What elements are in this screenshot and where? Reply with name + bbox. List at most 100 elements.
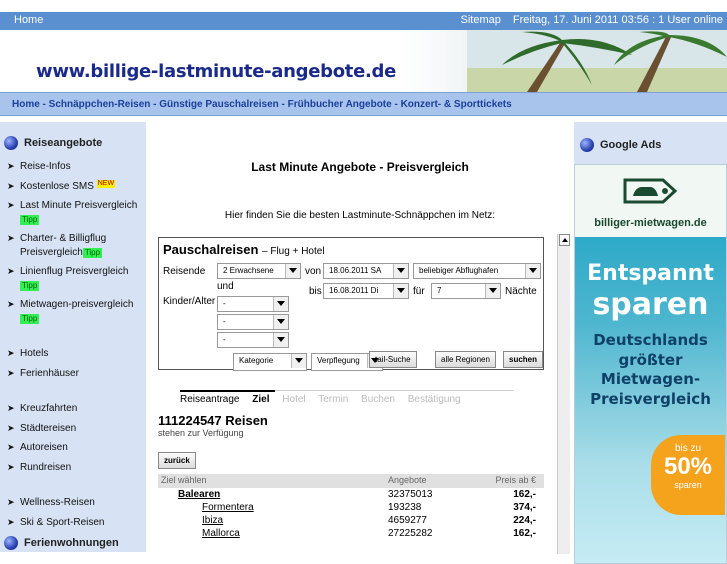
- naechte-select[interactable]: 7: [431, 283, 501, 299]
- suchen-button[interactable]: suchen: [503, 351, 544, 368]
- bis-date-select[interactable]: 16.08.2011 Di: [323, 283, 409, 299]
- kinder-label: Kinder/Alter: [163, 296, 216, 307]
- back-button[interactable]: zurück: [158, 452, 196, 469]
- arrow-icon: ➤: [7, 422, 15, 433]
- table-row[interactable]: Balearen 32375013 162,-: [158, 488, 544, 501]
- sidebar-item-reise-infos[interactable]: ➤ Reise-Infos: [0, 160, 146, 174]
- alle-regionen-button[interactable]: alle Regionen: [435, 351, 496, 368]
- date-text: Freitag, 17. Juni 2011 03:56 : 1 User on…: [512, 14, 723, 26]
- fuer-label: für: [413, 286, 425, 297]
- scroll-up-icon[interactable]: [559, 234, 570, 246]
- sidebar-item-ski[interactable]: ➤ Ski & Sport-Reisen: [0, 516, 146, 530]
- von-label: von: [305, 266, 322, 277]
- step-hotel: Hotel: [282, 394, 306, 405]
- abflughafen-select[interactable]: beliebiger Abflughafen: [413, 263, 541, 279]
- results-table: Ziel wählen Angebote Preis ab € Balearen…: [158, 474, 544, 540]
- ad-body: Deutschlands größter Mietwagen-Preisverg…: [590, 331, 711, 408]
- kind-3-select[interactable]: -: [217, 332, 289, 348]
- arrow-icon: ➤: [7, 367, 15, 378]
- naechte-label: Nächte: [505, 286, 537, 297]
- table-row[interactable]: Mallorca 27225282 162,-: [158, 527, 544, 540]
- spacer: [0, 480, 146, 490]
- col-preis: Preis ab €: [495, 475, 536, 485]
- nav-links[interactable]: Home - Schnäppchen-Reisen - Günstige Pau…: [12, 99, 512, 110]
- bis-label: bis: [309, 286, 322, 297]
- home-link[interactable]: Home: [14, 14, 43, 26]
- sidebar-item-wellness[interactable]: ➤ Wellness-Reisen: [0, 496, 146, 510]
- chevron-down-icon: [277, 337, 285, 342]
- new-badge: NEW: [96, 179, 116, 188]
- page-title: Last Minute Angebote - Preisvergleich: [251, 160, 469, 174]
- sidebar-item-autoreisen[interactable]: ➤ Autoreisen: [0, 441, 146, 455]
- arrow-icon: ➤: [7, 299, 15, 309]
- col-ziel: Ziel wählen: [161, 475, 207, 485]
- booking-steps: Reiseantrage Ziel Hotel Termin Buchen Be…: [180, 394, 471, 405]
- main-content: Last Minute Angebote - Preisvergleich Hi…: [146, 122, 574, 554]
- chevron-down-icon: [397, 268, 405, 273]
- tipp-badge: Tipp: [82, 247, 103, 258]
- sidebar-item-linienflug[interactable]: ➤ Linienflug Preisvergleich Tipp: [0, 265, 146, 292]
- ads-title: Google Ads: [600, 139, 662, 151]
- sidebar-item-mietwagen[interactable]: ➤ Mietwagen-preisvergleich Tipp: [0, 298, 146, 325]
- und-label: und: [217, 281, 234, 292]
- sidebar-item-sms[interactable]: ➤ Kostenlose SMS NEW: [0, 179, 146, 194]
- globe-icon: [4, 536, 18, 550]
- result-count: 111224547 Reisen: [158, 413, 268, 428]
- kind-1-select[interactable]: -: [217, 296, 289, 312]
- sidebar-item-staedtereisen[interactable]: ➤ Städtereisen: [0, 422, 146, 436]
- top-bar: Home Sitemap Freitag, 17. Juni 2011 03:56…: [0, 12, 727, 30]
- ad-headline-1: Entspannt: [587, 261, 714, 286]
- ads-heading: Google Ads: [580, 138, 661, 152]
- sitemap-link[interactable]: Sitemap: [460, 14, 500, 26]
- car-tag-icon: [623, 178, 678, 204]
- sidebar-item-lastminute[interactable]: ➤ Last Minute Preisvergleich Tipp: [0, 199, 146, 226]
- von-date-select[interactable]: 18.06.2011 SA: [323, 263, 409, 279]
- arrow-icon: ➤: [7, 461, 15, 472]
- scrollbar[interactable]: [557, 234, 570, 554]
- step-bestaetigung: Bestätigung: [407, 394, 461, 405]
- tipp-badge: Tipp: [20, 280, 40, 291]
- chevron-down-icon: [489, 288, 497, 293]
- ad-logo: billiger-mietwagen.de: [575, 165, 726, 237]
- step-ziel: Ziel: [252, 394, 270, 405]
- sidebar-item-rundreisen[interactable]: ➤ Rundreisen: [0, 461, 146, 475]
- left-sidebar: Reiseangebote ➤ Reise-Infos ➤ Kostenlose S…: [0, 122, 146, 552]
- chevron-down-icon: [277, 319, 285, 324]
- spacer: [0, 331, 146, 341]
- arrow-icon: ➤: [7, 266, 15, 276]
- arrow-icon: ➤: [7, 348, 15, 358]
- arrow-icon: ➤: [7, 161, 15, 171]
- kind-2-select[interactable]: -: [217, 314, 289, 330]
- table-row[interactable]: Formentera 193238 374,-: [158, 501, 544, 514]
- sidebar-item-charter[interactable]: ➤ Charter- & Billigflug Preisvergleich Tip…: [0, 232, 146, 259]
- reisende-select[interactable]: 2 Erwachsene: [217, 263, 301, 279]
- sidebar-item-kreuzfahrten[interactable]: ➤ Kreuzfahrten: [0, 402, 146, 416]
- chevron-down-icon: [371, 358, 379, 363]
- ad-logo-text: billiger-mietwagen.de: [594, 217, 707, 229]
- mietwagen-ad[interactable]: billiger-mietwagen.de Entspannt sparen D…: [574, 164, 727, 564]
- chevron-down-icon: [277, 301, 285, 306]
- sidebar-title-2: Ferienwohnungen: [24, 537, 119, 549]
- step-reiseantrage: Reiseantrage: [180, 394, 240, 405]
- site-title[interactable]: www.billige-lastminute-angebote.de: [36, 61, 396, 82]
- search-form: Pauschalreisen – Flug + Hotel Reisende 2…: [158, 237, 544, 371]
- kategorie-select[interactable]: Kategorie: [233, 353, 307, 371]
- table-row[interactable]: Ibiza 4659277 224,-: [158, 514, 544, 527]
- sidebar-heading-2: Ferienwohnungen: [4, 536, 119, 550]
- ad-headline-2: sparen: [592, 287, 709, 322]
- arrow-icon: ➤: [7, 516, 15, 527]
- sidebar-item-hotels[interactable]: ➤ Hotels: [0, 347, 146, 361]
- globe-icon: [580, 138, 594, 152]
- main-nav: Home - Schnäppchen-Reisen - Günstige Pau…: [0, 92, 727, 116]
- chevron-down-icon: [529, 268, 537, 273]
- step-buchen: Buchen: [361, 394, 395, 405]
- sidebar-item-ferienhaeuser[interactable]: ➤ Ferienhäuser: [0, 367, 146, 381]
- arrow-icon: ➤: [7, 497, 15, 507]
- step-termin: Termin: [318, 394, 349, 405]
- globe-icon: [4, 136, 18, 150]
- form-title: Pauschalreisen – Flug + Hotel: [163, 242, 325, 257]
- col-angebote: Angebote: [388, 475, 427, 485]
- table-header: Ziel wählen Angebote Preis ab €: [158, 474, 544, 488]
- arrow-icon: ➤: [7, 403, 15, 413]
- palm-beach-image: [467, 30, 727, 92]
